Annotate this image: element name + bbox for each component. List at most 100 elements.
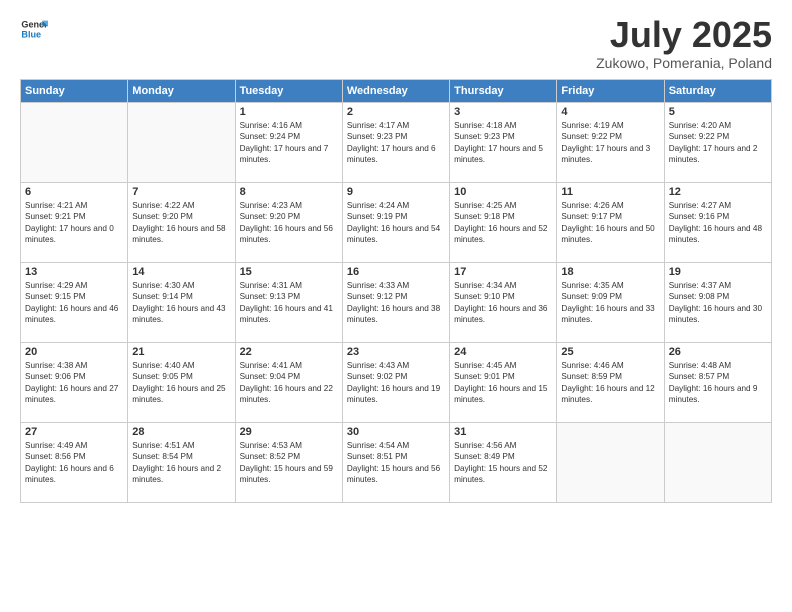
day-info: Sunrise: 4:48 AM Sunset: 8:57 PM Dayligh… xyxy=(669,360,767,406)
day-number: 17 xyxy=(454,266,552,278)
col-sunday: Sunday xyxy=(21,79,128,102)
table-row: 16 Sunrise: 4:33 AM Sunset: 9:12 PM Dayli… xyxy=(342,262,449,342)
day-info: Sunrise: 4:34 AM Sunset: 9:10 PM Dayligh… xyxy=(454,280,552,326)
calendar-week-row: 1 Sunrise: 4:16 AM Sunset: 9:24 PM Daylig… xyxy=(21,102,772,182)
table-row: 17 Sunrise: 4:34 AM Sunset: 9:10 PM Dayli… xyxy=(450,262,557,342)
col-saturday: Saturday xyxy=(664,79,771,102)
title-block: July 2025 Zukowo, Pomerania, Poland xyxy=(596,15,772,71)
col-wednesday: Wednesday xyxy=(342,79,449,102)
day-info: Sunrise: 4:20 AM Sunset: 9:22 PM Dayligh… xyxy=(669,120,767,166)
table-row: 5Sunrise: 4:20 AM Sunset: 9:22 PM Daylig… xyxy=(664,102,771,182)
day-number: 2 xyxy=(347,106,445,118)
table-row: 28 Sunrise: 4:51 AM Sunset: 8:54 PM Dayli… xyxy=(128,422,235,502)
day-number: 1 xyxy=(240,106,338,118)
table-row: 30 Sunrise: 4:54 AM Sunset: 8:51 PM Dayli… xyxy=(342,422,449,502)
day-info: Sunrise: 4:30 AM Sunset: 9:14 PM Dayligh… xyxy=(132,280,230,326)
day-number: 15 xyxy=(240,266,338,278)
day-info: Sunrise: 4:38 AM Sunset: 9:06 PM Dayligh… xyxy=(25,360,123,406)
col-friday: Friday xyxy=(557,79,664,102)
table-row: 2 Sunrise: 4:17 AM Sunset: 9:23 PM Daylig… xyxy=(342,102,449,182)
table-row: 19 Sunrise: 4:37 AM Sunset: 9:08 PM Dayli… xyxy=(664,262,771,342)
day-info: Sunrise: 4:33 AM Sunset: 9:12 PM Dayligh… xyxy=(347,280,445,326)
day-info: Sunrise: 4:17 AM Sunset: 9:23 PM Dayligh… xyxy=(347,120,445,166)
day-number: 9 xyxy=(347,186,445,198)
day-info: Sunrise: 4:54 AM Sunset: 8:51 PM Dayligh… xyxy=(347,440,445,486)
day-number: 4 xyxy=(561,106,659,118)
table-row: 4 Sunrise: 4:19 AM Sunset: 9:22 PM Daylig… xyxy=(557,102,664,182)
table-row: 15 Sunrise: 4:31 AM Sunset: 9:13 PM Dayli… xyxy=(235,262,342,342)
day-info: Sunrise: 4:27 AM Sunset: 9:16 PM Dayligh… xyxy=(669,200,767,246)
day-info: Sunrise: 4:16 AM Sunset: 9:24 PM Dayligh… xyxy=(240,120,338,166)
day-info: Sunrise: 4:37 AM Sunset: 9:08 PM Dayligh… xyxy=(669,280,767,326)
table-row: 7Sunrise: 4:22 AM Sunset: 9:20 PM Daylig… xyxy=(128,182,235,262)
day-info: Sunrise: 4:49 AM Sunset: 8:56 PM Dayligh… xyxy=(25,440,123,486)
day-number: 7 xyxy=(132,186,230,198)
table-row: 12 Sunrise: 4:27 AM Sunset: 9:16 PM Dayli… xyxy=(664,182,771,262)
day-info: Sunrise: 4:21 AM Sunset: 9:21 PM Dayligh… xyxy=(25,200,123,246)
day-info: Sunrise: 4:23 AM Sunset: 9:20 PM Dayligh… xyxy=(240,200,338,246)
day-info: Sunrise: 4:18 AM Sunset: 9:23 PM Dayligh… xyxy=(454,120,552,166)
day-info: Sunrise: 4:35 AM Sunset: 9:09 PM Dayligh… xyxy=(561,280,659,326)
table-row: 8 Sunrise: 4:23 AM Sunset: 9:20 PM Daylig… xyxy=(235,182,342,262)
day-info: Sunrise: 4:29 AM Sunset: 9:15 PM Dayligh… xyxy=(25,280,123,326)
month-year-title: July 2025 xyxy=(596,15,772,55)
day-info: Sunrise: 4:25 AM Sunset: 9:18 PM Dayligh… xyxy=(454,200,552,246)
day-info: Sunrise: 4:41 AM Sunset: 9:04 PM Dayligh… xyxy=(240,360,338,406)
day-number: 31 xyxy=(454,426,552,438)
day-info: Sunrise: 4:43 AM Sunset: 9:02 PM Dayligh… xyxy=(347,360,445,406)
day-info: Sunrise: 4:46 AM Sunset: 8:59 PM Dayligh… xyxy=(561,360,659,406)
day-number: 19 xyxy=(669,266,767,278)
day-number: 23 xyxy=(347,346,445,358)
day-info: Sunrise: 4:51 AM Sunset: 8:54 PM Dayligh… xyxy=(132,440,230,486)
logo-icon: General Blue xyxy=(20,15,48,43)
day-number: 21 xyxy=(132,346,230,358)
col-thursday: Thursday xyxy=(450,79,557,102)
day-info: Sunrise: 4:24 AM Sunset: 9:19 PM Dayligh… xyxy=(347,200,445,246)
day-number: 28 xyxy=(132,426,230,438)
table-row xyxy=(557,422,664,502)
table-row xyxy=(128,102,235,182)
col-tuesday: Tuesday xyxy=(235,79,342,102)
day-number: 30 xyxy=(347,426,445,438)
table-row: 26 Sunrise: 4:48 AM Sunset: 8:57 PM Dayli… xyxy=(664,342,771,422)
day-number: 11 xyxy=(561,186,659,198)
day-number: 27 xyxy=(25,426,123,438)
day-number: 12 xyxy=(669,186,767,198)
day-number: 24 xyxy=(454,346,552,358)
table-row: 9 Sunrise: 4:24 AM Sunset: 9:19 PM Daylig… xyxy=(342,182,449,262)
table-row: 18Sunrise: 4:35 AM Sunset: 9:09 PM Dayli… xyxy=(557,262,664,342)
day-info: Sunrise: 4:19 AM Sunset: 9:22 PM Dayligh… xyxy=(561,120,659,166)
day-number: 10 xyxy=(454,186,552,198)
calendar-table: Sunday Monday Tuesday Wednesday Thursday… xyxy=(20,79,772,503)
table-row: 24Sunrise: 4:45 AM Sunset: 9:01 PM Dayli… xyxy=(450,342,557,422)
table-row: 13 Sunrise: 4:29 AM Sunset: 9:15 PM Dayli… xyxy=(21,262,128,342)
table-row: 20Sunrise: 4:38 AM Sunset: 9:06 PM Dayli… xyxy=(21,342,128,422)
day-number: 3 xyxy=(454,106,552,118)
calendar-week-row: 27 Sunrise: 4:49 AM Sunset: 8:56 PM Dayli… xyxy=(21,422,772,502)
calendar-week-row: 20Sunrise: 4:38 AM Sunset: 9:06 PM Dayli… xyxy=(21,342,772,422)
table-row: 3 Sunrise: 4:18 AM Sunset: 9:23 PM Daylig… xyxy=(450,102,557,182)
header: General Blue July 2025 Zukowo, Pomerania… xyxy=(20,15,772,71)
day-number: 16 xyxy=(347,266,445,278)
table-row: 22Sunrise: 4:41 AM Sunset: 9:04 PM Dayli… xyxy=(235,342,342,422)
table-row: 23 Sunrise: 4:43 AM Sunset: 9:02 PM Dayli… xyxy=(342,342,449,422)
table-row: 6 Sunrise: 4:21 AM Sunset: 9:21 PM Daylig… xyxy=(21,182,128,262)
day-info: Sunrise: 4:53 AM Sunset: 8:52 PM Dayligh… xyxy=(240,440,338,486)
calendar-week-row: 13 Sunrise: 4:29 AM Sunset: 9:15 PM Dayli… xyxy=(21,262,772,342)
day-number: 26 xyxy=(669,346,767,358)
day-number: 8 xyxy=(240,186,338,198)
col-monday: Monday xyxy=(128,79,235,102)
logo: General Blue xyxy=(20,15,48,43)
location-subtitle: Zukowo, Pomerania, Poland xyxy=(596,55,772,71)
day-info: Sunrise: 4:26 AM Sunset: 9:17 PM Dayligh… xyxy=(561,200,659,246)
table-row: 1 Sunrise: 4:16 AM Sunset: 9:24 PM Daylig… xyxy=(235,102,342,182)
day-number: 6 xyxy=(25,186,123,198)
day-number: 29 xyxy=(240,426,338,438)
table-row: 21Sunrise: 4:40 AM Sunset: 9:05 PM Dayli… xyxy=(128,342,235,422)
day-info: Sunrise: 4:31 AM Sunset: 9:13 PM Dayligh… xyxy=(240,280,338,326)
calendar-header-row: Sunday Monday Tuesday Wednesday Thursday… xyxy=(21,79,772,102)
table-row xyxy=(21,102,128,182)
table-row: 25Sunrise: 4:46 AM Sunset: 8:59 PM Dayli… xyxy=(557,342,664,422)
day-number: 13 xyxy=(25,266,123,278)
table-row xyxy=(664,422,771,502)
